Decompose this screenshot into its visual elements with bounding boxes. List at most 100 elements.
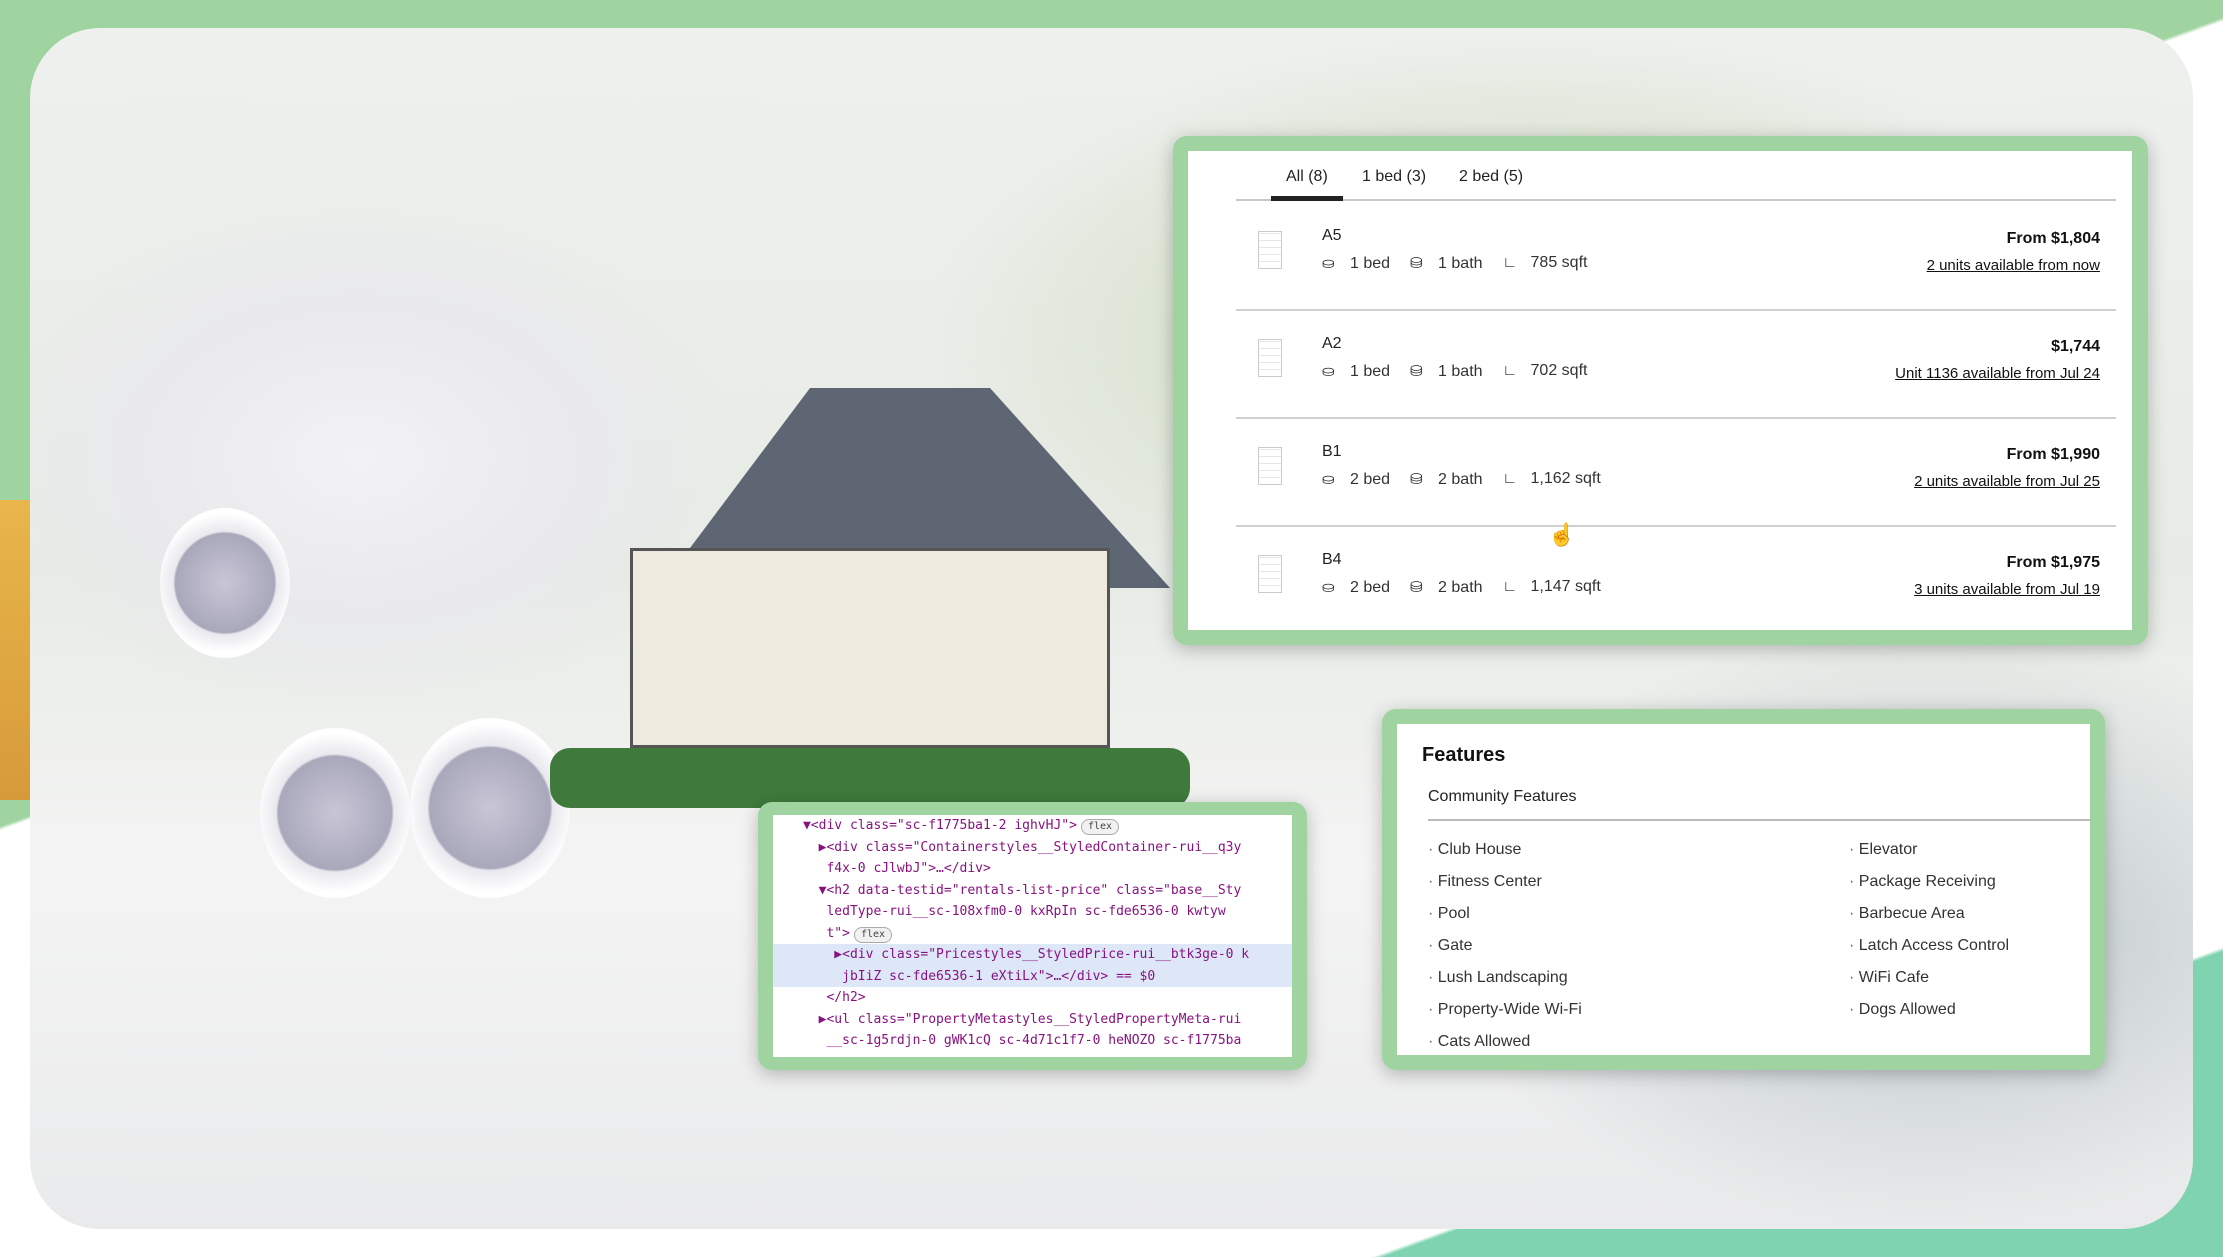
flex-badge[interactable]: flex [853, 926, 893, 943]
floorplan-meta: ⛀ 1 bed ⛁ 1 bath ∟ 702 sqft [1322, 362, 1587, 381]
floorplan-meta: ⛀ 1 bed ⛁ 1 bath ∟ 785 sqft [1322, 254, 1587, 273]
feature-item: Fitness Center [1428, 873, 1542, 891]
dom-node-text: __sc-1g5rdjn-0 gWK1cQ sc-4d71c1f7-0 heNO… [803, 1033, 1242, 1048]
feature-item: Latch Access Control [1849, 937, 2009, 955]
feature-item: WiFi Cafe [1849, 969, 1929, 987]
divider [1428, 819, 2090, 821]
bed-icon: ⛀ [1322, 471, 1335, 488]
floorplan-row[interactable]: B1 ⛀ 2 bed ⛁ 2 bath ∟ 1,162 sqft From $1,99… [1236, 419, 2116, 527]
tab-1-bed[interactable]: 1 bed (3) [1362, 168, 1426, 186]
house-model-grass [550, 748, 1190, 808]
baths: ⛁ 1 bath [1410, 363, 1483, 380]
floorplan-thumbnail[interactable] [1258, 339, 1282, 377]
bathtub-icon: ⛁ [1410, 471, 1423, 488]
dom-node-line[interactable]: </h2> [773, 987, 1292, 1009]
features-card: Features Community Features Club House Fi… [1382, 709, 2105, 1070]
availability-link[interactable]: Unit 1136 available from Jul 24 [1895, 365, 2100, 382]
area: ∟ 785 sqft [1502, 254, 1588, 271]
feature-item: Club House [1428, 841, 1522, 859]
feature-item: Barbecue Area [1849, 905, 1965, 923]
feature-item: Dogs Allowed [1849, 1001, 1956, 1019]
bed-icon: ⛀ [1322, 363, 1335, 380]
floorplan-tabs: All (8) 1 bed (3) 2 bed (5) [1236, 151, 2116, 201]
dom-node-line[interactable]: jbIiZ sc-fde6536-1 eXtiLx">…</div> == $0 [773, 965, 1292, 987]
bed-icon: ⛀ [1322, 579, 1335, 596]
features-title: Features [1422, 744, 1506, 766]
floorplan-row[interactable]: B4 ⛀ 2 bed ⛁ 2 bath ∟ 1,147 sqft From $1,97… [1236, 527, 2116, 630]
baths: ⛁ 2 bath [1410, 471, 1483, 488]
community-features-heading: Community Features [1428, 788, 1577, 805]
availability-link[interactable]: 3 units available from Jul 19 [1914, 581, 2100, 598]
availability-link[interactable]: 2 units available from Jul 25 [1914, 473, 2100, 490]
hand-cursor-icon: ☝ [1548, 522, 1576, 547]
dom-node-line[interactable]: ▼<div class="sc-f1775ba1-2 ighvHJ"> flex [773, 815, 1292, 837]
ruler-icon: ∟ [1502, 578, 1518, 595]
bed-icon: ⛀ [1322, 255, 1335, 272]
price: From $1,990 [2006, 446, 2100, 463]
dom-node-line[interactable]: t"> flex [773, 923, 1292, 945]
blueprint-roll [160, 508, 290, 658]
floorplan-list-card: All (8) 1 bed (3) 2 bed (5) A5 ⛀ 1 bed ⛁ 1… [1173, 136, 2148, 645]
floorplan-name: B4 [1322, 551, 1342, 568]
beds: ⛀ 1 bed [1322, 363, 1391, 380]
feature-item: Cats Allowed [1428, 1033, 1531, 1051]
devtools-card: ▼<div class="sc-f1775ba1-2 ighvHJ"> flex … [758, 802, 1307, 1070]
dom-node-text: ledType-rui__sc-108xfm0-0 kxRpIn sc-fde6… [803, 904, 1226, 919]
feature-item: Lush Landscaping [1428, 969, 1568, 987]
floorplan-thumbnail[interactable] [1258, 231, 1282, 269]
blueprint-roll [410, 718, 570, 898]
dom-node-text: f4x-0 cJlwbJ">…</div> [803, 861, 991, 876]
floorplan-row[interactable]: A2 ⛀ 1 bed ⛁ 1 bath ∟ 702 sqft $1,744 Unit … [1236, 311, 2116, 419]
price: From $1,804 [2006, 230, 2100, 247]
area: ∟ 1,162 sqft [1502, 470, 1601, 487]
flex-badge[interactable]: flex [1080, 819, 1120, 835]
availability-link[interactable]: 2 units available from now [1927, 257, 2100, 274]
dom-node-line[interactable]: ▶<div class="Containerstyles__StyledCont… [773, 837, 1292, 859]
dom-node-text: </h2> [803, 990, 866, 1005]
floorplan-name: A5 [1322, 227, 1342, 244]
house-model [630, 548, 1110, 748]
ruler-icon: ∟ [1502, 362, 1518, 379]
dom-node-text: ▶<ul class="PropertyMetastyles__StyledPr… [803, 1011, 1242, 1027]
bathtub-icon: ⛁ [1410, 579, 1423, 596]
beds: ⛀ 1 bed [1322, 255, 1391, 272]
tab-2-bed[interactable]: 2 bed (5) [1459, 168, 1523, 186]
area: ∟ 1,147 sqft [1502, 578, 1601, 595]
beds: ⛀ 2 bed [1322, 579, 1391, 596]
dom-node-text: ▼<h2 data-testid="rentals-list-price" cl… [803, 882, 1242, 898]
dom-node-line[interactable]: __sc-1g5rdjn-0 gWK1cQ sc-4d71c1f7-0 heNO… [773, 1030, 1292, 1052]
feature-item: Gate [1428, 937, 1473, 955]
floorplan-name: B1 [1322, 443, 1342, 460]
feature-item: Elevator [1849, 841, 1918, 859]
floorplan-row[interactable]: A5 ⛀ 1 bed ⛁ 1 bath ∟ 785 sqft From $1,804 … [1236, 203, 2116, 311]
baths: ⛁ 2 bath [1410, 579, 1483, 596]
dom-node-text: ▼<div class="sc-f1775ba1-2 ighvHJ"> [803, 818, 1077, 833]
dom-node-text: t"> [803, 925, 850, 941]
feature-item: Property-Wide Wi-Fi [1428, 1001, 1582, 1019]
dom-node-text: jbIiZ sc-fde6536-1 eXtiLx">…</div> == $0 [803, 968, 1156, 984]
floorplan-thumbnail[interactable] [1258, 447, 1282, 485]
feature-item: Package Receiving [1849, 873, 1996, 891]
bathtub-icon: ⛁ [1410, 363, 1423, 380]
dom-node-line[interactable]: ▶<ul class="PropertyMetastyles__StyledPr… [773, 1009, 1292, 1031]
dom-node-line[interactable]: ▶<div class="Pricestyles__StyledPrice-ru… [773, 944, 1292, 966]
floorplan-thumbnail[interactable] [1258, 555, 1282, 593]
price: From $1,975 [2006, 554, 2100, 571]
dom-node-line[interactable]: ▼<h2 data-testid="rentals-list-price" cl… [773, 880, 1292, 902]
tab-all[interactable]: All (8) [1271, 168, 1343, 201]
devtools-elements-tree: ▼<div class="sc-f1775ba1-2 ighvHJ"> flex … [773, 815, 1292, 1052]
floorplan-meta: ⛀ 2 bed ⛁ 2 bath ∟ 1,162 sqft [1322, 470, 1601, 489]
area: ∟ 702 sqft [1502, 362, 1588, 379]
blueprint-roll [260, 728, 410, 898]
dom-node-line[interactable]: f4x-0 cJlwbJ">…</div> [773, 858, 1292, 880]
beds: ⛀ 2 bed [1322, 471, 1391, 488]
bathtub-icon: ⛁ [1410, 255, 1423, 272]
feature-item: Pool [1428, 905, 1470, 923]
ruler-icon: ∟ [1502, 254, 1518, 271]
dom-node-text: ▶<div class="Pricestyles__StyledPrice-ru… [803, 947, 1250, 962]
dom-node-text: ▶<div class="Containerstyles__StyledCont… [803, 839, 1242, 855]
baths: ⛁ 1 bath [1410, 255, 1483, 272]
price: $1,744 [2051, 338, 2100, 355]
floorplan-name: A2 [1322, 335, 1342, 352]
dom-node-line[interactable]: ledType-rui__sc-108xfm0-0 kxRpIn sc-fde6… [773, 901, 1292, 923]
